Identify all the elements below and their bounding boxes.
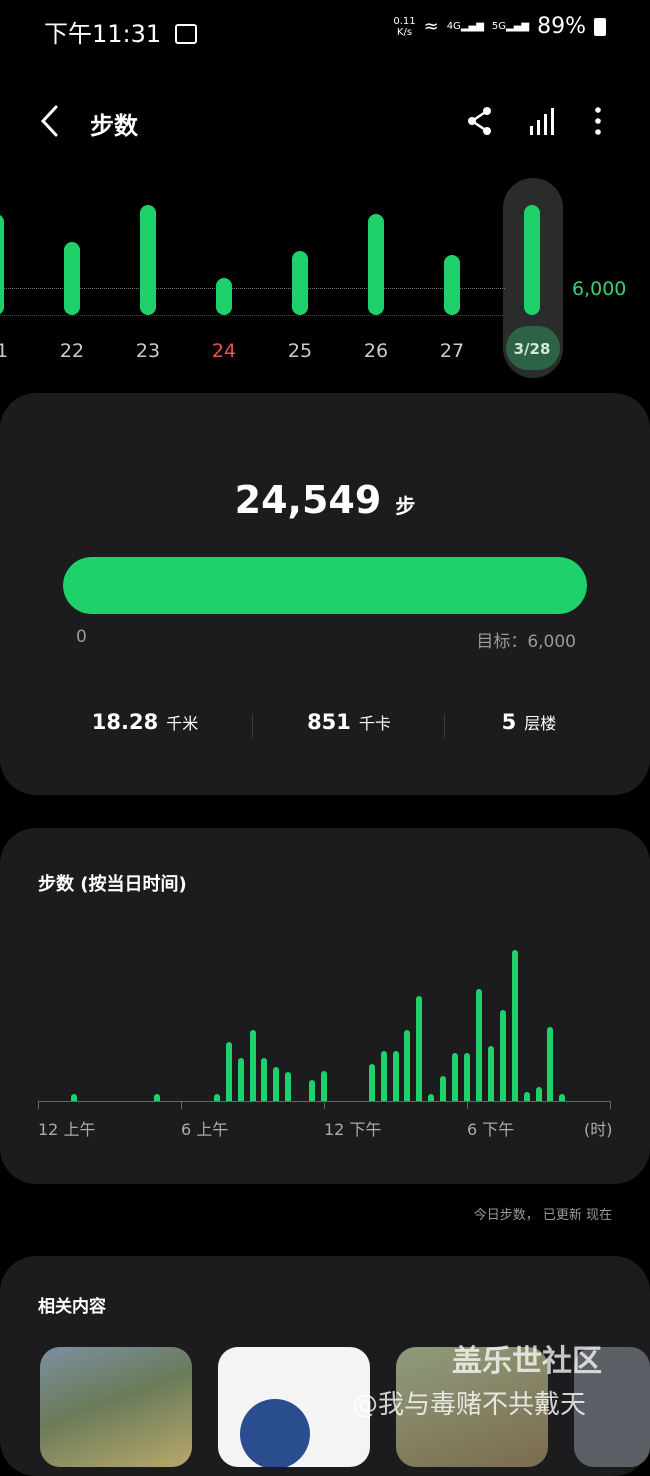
hourly-bar — [225, 1041, 232, 1101]
page-title: 步数 — [90, 112, 138, 140]
floors-stat: 5 层楼 — [501, 710, 557, 734]
hourly-bar — [464, 1053, 470, 1101]
hourly-bar — [475, 989, 482, 1101]
day-label[interactable]: 3/28 — [502, 340, 562, 358]
watermark-user: @我与毒赌不共戴天 — [352, 1390, 587, 1420]
goal-label: 目标：6,000 — [476, 632, 576, 652]
steps-value: 24,549 — [234, 478, 382, 522]
goal-value: 6,000 — [572, 278, 627, 300]
day-bar[interactable] — [368, 214, 384, 315]
x-tick — [324, 1101, 325, 1109]
hourly-bar — [213, 1094, 220, 1101]
updated-note: 今日步数， 已更新 现在 — [473, 1208, 612, 1223]
day-bar[interactable] — [444, 255, 460, 315]
wifi-icon: ≈ — [423, 16, 439, 37]
day-bar[interactable] — [64, 241, 80, 315]
day-bar[interactable] — [524, 205, 540, 315]
hourly-bar — [380, 1050, 387, 1101]
x-tick — [467, 1101, 468, 1109]
hourly-bar — [428, 1094, 435, 1101]
x-tick — [181, 1101, 182, 1109]
day-label[interactable]: 22 — [42, 340, 102, 362]
chart-view-icon[interactable] — [528, 106, 558, 136]
day-label[interactable]: 26 — [346, 340, 406, 362]
hourly-bar — [535, 1087, 542, 1101]
status-time: 下午11:31 — [44, 14, 197, 49]
battery-level: 89% — [537, 14, 586, 39]
hourly-bar — [154, 1094, 161, 1101]
hourly-bar — [249, 1030, 256, 1101]
related-title: 相关内容 — [38, 1297, 106, 1317]
net-speed: 0.11 K/s — [393, 15, 416, 38]
hourly-bar — [452, 1053, 459, 1101]
hourly-bar — [547, 1026, 554, 1101]
steps-progress-fill — [63, 557, 587, 614]
x-tick — [610, 1101, 611, 1109]
signal-4g-icon: 4G▂▄▆ — [446, 21, 484, 32]
gallery-icon — [174, 24, 197, 44]
day-label[interactable]: 25 — [270, 340, 330, 362]
hourly-bar — [321, 1071, 327, 1101]
distance-stat: 18.28 千米 — [91, 710, 199, 734]
back-icon[interactable] — [38, 104, 62, 138]
x-tick-label: (时) — [584, 1120, 613, 1139]
x-tick — [38, 1101, 39, 1109]
battery-icon — [594, 17, 606, 36]
hourly-bar — [309, 1080, 316, 1101]
day-label[interactable]: 27 — [422, 340, 482, 362]
day-label[interactable]: 23 — [118, 340, 178, 362]
day-bar[interactable] — [216, 278, 232, 315]
day-label[interactable]: 21 — [0, 340, 26, 362]
x-tick-label: 12 上午 — [38, 1120, 96, 1139]
calories-stat: 851 千卡 — [307, 710, 391, 734]
hourly-bar — [285, 1072, 292, 1101]
more-options-icon[interactable] — [588, 106, 608, 136]
divider — [252, 714, 253, 738]
signal-5g-icon: 5G▂▄▆ — [491, 21, 530, 32]
x-tick-label: 6 上午 — [181, 1120, 229, 1139]
hourly-bar — [273, 1066, 280, 1101]
hourly-chart-title: 步数 (按当日时间) — [38, 874, 187, 895]
x-tick-label: 12 下午 — [324, 1120, 382, 1139]
share-icon[interactable] — [466, 106, 494, 136]
day-bar[interactable] — [0, 214, 4, 315]
hourly-bar — [523, 1091, 530, 1101]
day-bar[interactable] — [140, 205, 156, 315]
hourly-bar — [416, 995, 423, 1101]
day-label[interactable]: 24 — [194, 340, 254, 362]
hourly-bar — [487, 1046, 494, 1101]
related-thumbnail-exercise-ball[interactable] — [218, 1347, 370, 1467]
steps-progress-bar — [63, 557, 587, 614]
progress-min-label: 0 — [76, 627, 87, 647]
steps-total: 24,549 步 — [0, 478, 650, 522]
related-thumbnail-running[interactable] — [40, 1347, 192, 1467]
hourly-bar — [559, 1094, 566, 1101]
hourly-bar — [499, 1009, 506, 1101]
exercise-ball-image — [240, 1399, 310, 1467]
hourly-bar — [70, 1094, 77, 1101]
steps-unit: 步 — [395, 494, 416, 518]
x-tick-label: 6 下午 — [467, 1120, 515, 1139]
day-bar[interactable] — [292, 250, 308, 315]
hourly-bar — [237, 1057, 244, 1101]
hourly-bar — [440, 1075, 447, 1101]
status-icons: 0.11 K/s ≈ 4G▂▄▆ 5G▂▄▆ 89% — [393, 14, 606, 39]
baseline — [0, 315, 505, 316]
hourly-bar — [511, 950, 518, 1101]
hourly-bar — [261, 1057, 268, 1101]
hourly-bar — [392, 1050, 399, 1101]
hourly-bar — [368, 1064, 375, 1101]
watermark-site: 盖乐世社区 — [452, 1344, 602, 1379]
hourly-bar — [404, 1030, 411, 1101]
